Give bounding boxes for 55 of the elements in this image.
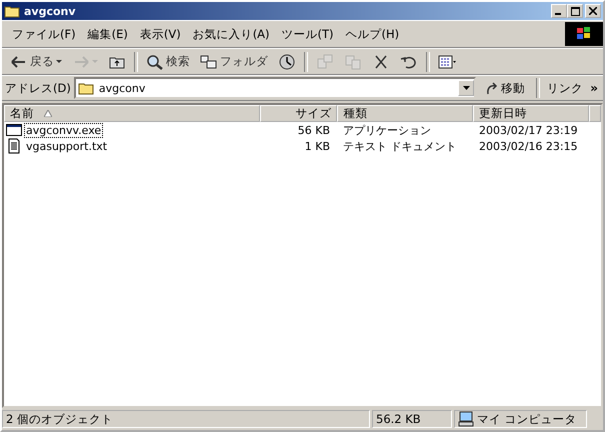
folders-icon xyxy=(200,54,218,70)
size-cell-text: 1 KB xyxy=(304,140,331,152)
menu-item[interactable]: お気に入り(A) xyxy=(186,24,276,44)
column-header[interactable]: 種類 xyxy=(337,105,474,122)
search-icon xyxy=(146,54,164,70)
type-cell-text: アプリケーション xyxy=(342,122,432,138)
document-icon xyxy=(6,138,22,154)
type-cell-text: テキスト ドキュメント xyxy=(342,138,458,154)
dropdown-button[interactable] xyxy=(458,80,474,96)
more-button[interactable]: » xyxy=(588,81,600,95)
address-field[interactable]: avgconv xyxy=(74,77,476,99)
minimize-button[interactable] xyxy=(551,4,567,18)
forward-arrow-icon xyxy=(72,54,90,70)
views-icon xyxy=(438,54,456,70)
date-cell-text: 2003/02/17 23:19 xyxy=(478,124,579,136)
date-cell-text: 2003/02/16 23:15 xyxy=(478,140,579,152)
dropdown-arrow-icon xyxy=(462,86,470,90)
search-button[interactable]: 検索 xyxy=(142,52,194,72)
maximize-button[interactable] xyxy=(567,4,583,18)
column-header[interactable]: 名前 xyxy=(4,105,260,122)
status-objects: 2 個のオブジェクト xyxy=(2,410,370,428)
back-arrow-icon xyxy=(10,54,28,70)
address-label: アドレス(D) xyxy=(5,80,71,96)
menu-item[interactable]: ファイル(F) xyxy=(6,24,82,44)
window-icon xyxy=(6,122,22,138)
copy-icon xyxy=(344,54,362,70)
menu-item[interactable]: 編集(E) xyxy=(82,24,134,44)
computer-icon xyxy=(458,411,474,427)
dropdown-caret-icon xyxy=(56,60,62,64)
file-name[interactable]: avgconvv.exe xyxy=(24,122,104,138)
menu-item[interactable]: ツール(T) xyxy=(276,24,340,44)
close-button[interactable] xyxy=(585,4,601,18)
column-header[interactable]: サイズ xyxy=(260,105,338,122)
flag-icon xyxy=(575,26,593,42)
folder-icon xyxy=(78,81,94,95)
menu-item[interactable]: 表示(V) xyxy=(134,24,187,44)
status-size: 56.2 KB xyxy=(372,410,452,428)
folders-button[interactable]: フォルダ xyxy=(196,52,272,72)
size-cell-text: 56 KB xyxy=(296,124,331,136)
move-icon xyxy=(316,54,334,70)
links-button[interactable]: リンク xyxy=(545,80,586,96)
curved-arrow-icon xyxy=(485,81,500,95)
column-header[interactable]: 更新日時 xyxy=(473,105,589,122)
dropdown-caret-icon xyxy=(92,60,98,64)
go-button[interactable]: 移動 xyxy=(479,80,532,96)
clock-icon xyxy=(278,54,296,70)
back-button[interactable]: 戻る xyxy=(6,52,66,72)
window-title: avgconv xyxy=(24,4,76,18)
file-name[interactable]: vgasupport.txt xyxy=(24,138,110,154)
close-icon xyxy=(589,7,597,15)
maximize-icon xyxy=(570,6,580,16)
menu-item[interactable]: ヘルプ(H) xyxy=(340,24,406,44)
sort-arrow-icon xyxy=(44,110,52,117)
folder-icon xyxy=(4,4,20,18)
status-zone: マイ コンピュータ xyxy=(477,412,577,426)
